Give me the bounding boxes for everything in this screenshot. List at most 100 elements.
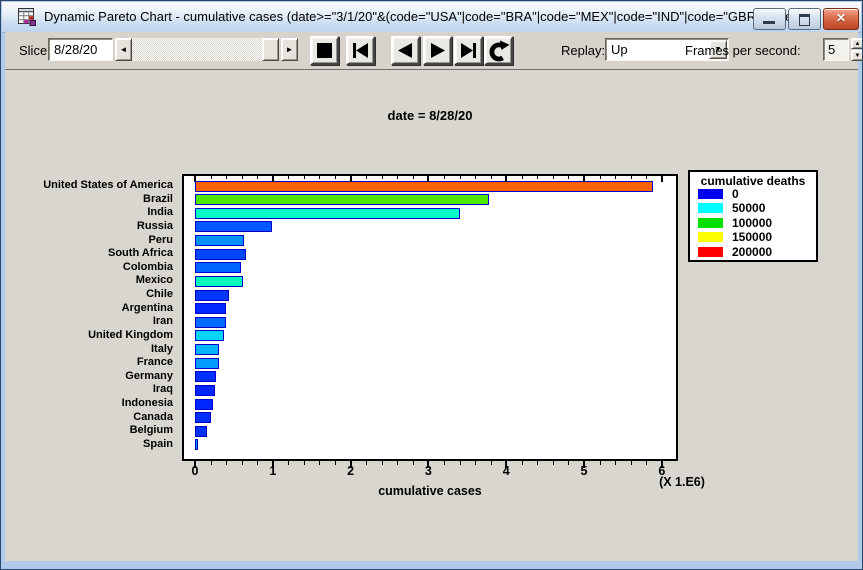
category-label: Russia [5,220,173,233]
x-minor-tick [491,461,492,465]
chart-title: date = 8/28/20 [182,108,678,123]
stop-icon [317,43,332,58]
category-label: Germany [5,370,173,383]
slice-input[interactable]: 8/28/20 [48,38,113,61]
x-minor-tick [335,461,336,465]
category-label: Canada [5,411,173,424]
toolbar: Slice: 8/28/20 ◄ ► Replay: Up [5,32,858,70]
x-minor-tick [242,461,243,465]
x-tick-label: 1 [253,464,293,478]
minimize-button[interactable] [753,8,786,30]
fps-spin-down-button[interactable]: ▼ [851,50,863,61]
x-minor-tick [444,461,445,465]
minimize-icon [763,21,775,24]
chart-client-area: date = 8/28/20 cumulative cases (X 1.E6)… [5,70,858,561]
x-minor-tick [553,461,554,465]
chart-bar [195,385,215,396]
legend: cumulative deaths 0500001000001500002000… [688,170,818,262]
step-back-button[interactable] [391,36,420,65]
window-title: Dynamic Pareto Chart - cumulative cases … [44,9,819,24]
category-label: France [5,356,173,369]
app-window: Dynamic Pareto Chart - cumulative cases … [0,0,863,570]
skip-to-start-icon [352,42,369,59]
stop-button[interactable] [310,36,339,65]
fps-input[interactable]: 5 [823,38,849,61]
chart-bar [195,303,226,314]
category-label: Brazil [5,193,173,206]
replay-loop-button[interactable] [484,36,513,65]
x-minor-tick-top [382,176,383,179]
skip-to-end-button[interactable] [454,36,483,65]
legend-value-label: 150000 [732,232,772,243]
category-label: Peru [5,234,173,247]
x-minor-tick-top [537,176,538,179]
x-minor-tick [475,461,476,465]
x-minor-tick [460,461,461,465]
slice-scroll-left-button[interactable]: ◄ [115,38,132,61]
x-major-tick-top [350,176,352,182]
x-minor-tick [288,461,289,465]
x-minor-tick [397,461,398,465]
category-label: Argentina [5,302,173,315]
x-minor-tick-top [553,176,554,179]
chart-bar [195,371,216,382]
x-major-tick-top [661,176,663,182]
category-label: Spain [5,438,173,451]
maximize-button[interactable] [788,8,821,30]
x-minor-tick-top [319,176,320,179]
legend-value-label: 200000 [732,247,772,258]
step-forward-button[interactable] [423,36,452,65]
category-label: Belgium [5,424,173,437]
up-arrow-icon: ▲ [855,41,861,47]
chart-bar [195,262,241,273]
x-minor-tick [537,461,538,465]
x-major-tick-top [272,176,274,182]
x-minor-tick-top [568,176,569,179]
x-minor-tick [600,461,601,465]
x-tick-label: 3 [408,464,448,478]
right-arrow-icon: ► [286,45,294,54]
replay-selected-value: Up [611,42,628,57]
fps-spin-up-button[interactable]: ▲ [851,38,863,49]
x-minor-tick [257,461,258,465]
x-minor-tick [413,461,414,465]
x-minor-tick [319,461,320,465]
x-minor-tick [522,461,523,465]
slice-scrollbar-track[interactable] [132,38,262,61]
x-minor-tick-top [600,176,601,179]
left-arrow-icon: ◄ [120,45,128,54]
legend-swatch [698,218,723,228]
chart-bar [195,235,244,246]
chart-bar [195,439,198,450]
x-minor-tick [304,461,305,465]
x-minor-tick [615,461,616,465]
x-minor-tick-top [615,176,616,179]
category-label: United Kingdom [5,329,173,342]
legend-value-label: 100000 [732,218,772,229]
chart-bar [195,358,219,369]
titlebar[interactable]: Dynamic Pareto Chart - cumulative cases … [2,2,861,33]
slice-scrollbar-thumb[interactable] [262,38,279,61]
chart-bar [195,221,272,232]
x-minor-tick [568,461,569,465]
category-label: Colombia [5,261,173,274]
step-forward-icon [429,42,446,59]
chart-bar [195,412,211,423]
close-button[interactable]: ✕ [823,8,859,30]
chart-bar [195,249,246,260]
app-icon [18,8,36,26]
x-tick-label: 4 [486,464,526,478]
slice-scroll-right-button[interactable]: ► [281,38,298,61]
x-minor-tick-top [397,176,398,179]
category-label: United States of America [5,179,173,192]
x-minor-tick-top [242,176,243,179]
chart-bar [195,344,219,355]
plot-area [182,174,678,461]
replay-label: Replay: [561,43,605,58]
x-minor-tick [366,461,367,465]
category-label: South Africa [5,247,173,260]
legend-value-label: 50000 [732,203,765,214]
x-minor-tick [211,461,212,465]
skip-to-start-button[interactable] [346,36,375,65]
step-back-icon [397,42,414,59]
